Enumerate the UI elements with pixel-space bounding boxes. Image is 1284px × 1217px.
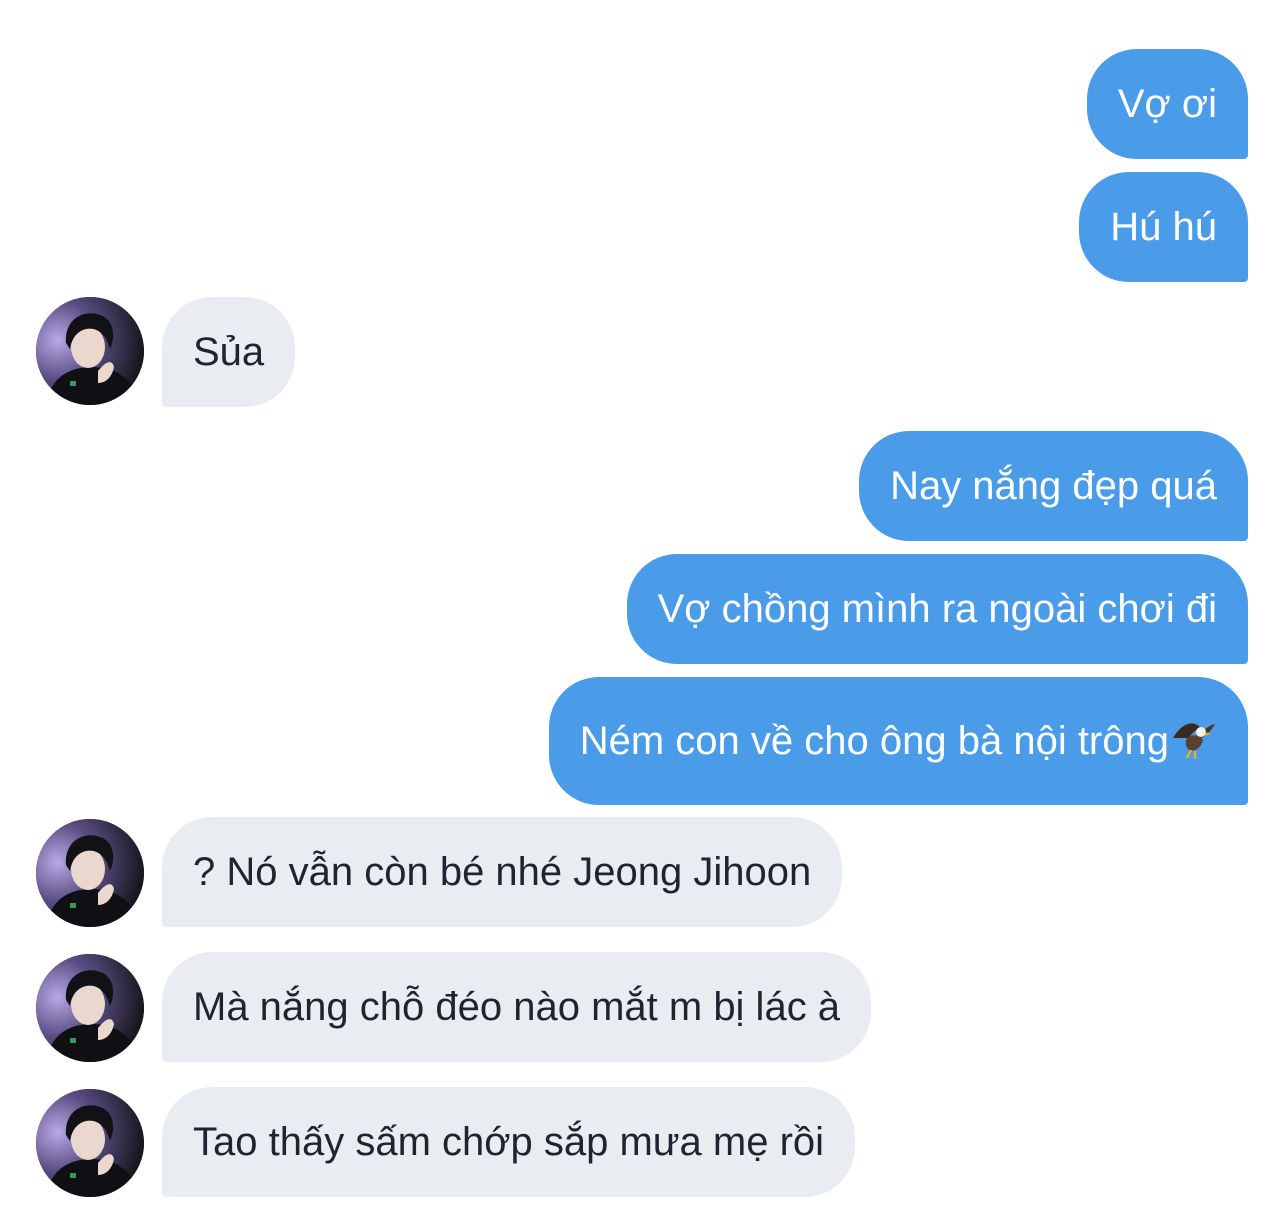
received-message-bubble[interactable]: ? Nó vẫn còn bé nhé Jeong Jihoon <box>162 817 843 927</box>
message-text: Hú hú <box>1110 205 1217 249</box>
contact-avatar[interactable] <box>36 819 144 927</box>
message-text: Sủa <box>193 330 265 374</box>
sent-message-bubble[interactable]: Nay nắng đẹp quá <box>859 431 1248 541</box>
received-message-bubble[interactable]: Tao thấy sấm chớp sắp mưa mẹ rồi <box>162 1087 856 1197</box>
sent-message-bubble[interactable]: Vợ chồng mình ra ngoài chơi đi <box>626 554 1248 664</box>
message-text: Nay nắng đẹp quá <box>890 464 1217 508</box>
eagle-emoji-icon <box>1171 685 1217 759</box>
contact-avatar[interactable] <box>36 1089 144 1197</box>
received-message-bubble[interactable]: Mà nắng chỗ đéo nào mắt m bị lác à <box>162 952 872 1062</box>
message-text: Vợ chồng mình ra ngoài chơi đi <box>657 587 1217 631</box>
contact-avatar[interactable] <box>36 297 144 405</box>
sent-message-bubble[interactable]: Hú hú <box>1079 172 1248 282</box>
contact-avatar[interactable] <box>36 954 144 1062</box>
received-message-bubble[interactable]: Sủa <box>162 297 296 407</box>
message-text: Vợ ơi <box>1117 82 1217 126</box>
message-text: Ném con về cho ông bà nội trông <box>579 719 1169 763</box>
message-text: Tao thấy sấm chớp sắp mưa mẹ rồi <box>193 1120 825 1164</box>
message-text: ? Nó vẫn còn bé nhé Jeong Jihoon <box>193 850 812 894</box>
message-text: Mà nắng chỗ đéo nào mắt m bị lác à <box>193 985 841 1029</box>
sent-message-bubble[interactable]: Ném con về cho ông bà nội trông <box>548 677 1248 805</box>
sent-message-bubble[interactable]: Vợ ơi <box>1086 49 1248 159</box>
